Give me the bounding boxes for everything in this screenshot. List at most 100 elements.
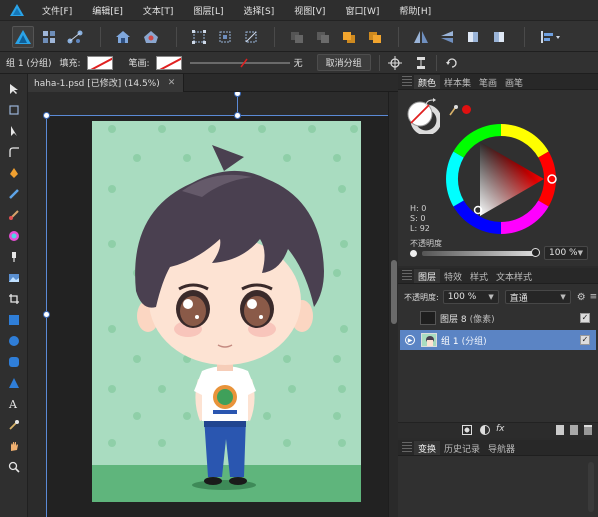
- layer-opacity-dropdown[interactable]: 100 % ▼: [442, 290, 499, 304]
- tab-text-styles[interactable]: 文本样式: [492, 269, 536, 283]
- transform-button[interactable]: [214, 26, 236, 48]
- view-tool[interactable]: [4, 437, 24, 455]
- arrange-front-button[interactable]: [364, 26, 386, 48]
- tab-transform[interactable]: 变换: [414, 441, 441, 455]
- tab-effects[interactable]: 特效: [440, 269, 466, 283]
- rounded-rectangle-tool[interactable]: [4, 353, 24, 371]
- bounding-box-button[interactable]: [188, 26, 210, 48]
- menu-help[interactable]: 帮助[H]: [399, 4, 431, 17]
- tab-color[interactable]: 颜色: [414, 75, 441, 89]
- flip-vertical-icon: [441, 31, 453, 43]
- pen-tool[interactable]: [4, 164, 24, 182]
- swap-colors-icon[interactable]: [424, 98, 436, 108]
- tab-layers[interactable]: 图层: [414, 269, 441, 283]
- distribute-icon[interactable]: [414, 56, 428, 70]
- tab-navigator[interactable]: 导航器: [484, 441, 519, 455]
- layer-visibility-checkbox[interactable]: ✓: [580, 313, 590, 323]
- fx-icon[interactable]: fx: [496, 424, 505, 434]
- tab-brushes[interactable]: 画笔: [501, 75, 527, 89]
- selection-handle-rotate[interactable]: [234, 92, 241, 97]
- document-tab[interactable]: haha-1.psd [已修改] (14.5%) ✕: [28, 73, 185, 92]
- ellipse-tool[interactable]: [4, 332, 24, 350]
- stroke-label: 笔画:: [128, 59, 150, 69]
- selection-handle-mid-left[interactable]: [43, 311, 50, 318]
- opacity-dropdown[interactable]: 100 % ▼: [544, 246, 588, 260]
- panel-grip-icon[interactable]: [402, 76, 412, 88]
- color-picker-tool[interactable]: [4, 416, 24, 434]
- home-button[interactable]: [112, 26, 134, 48]
- transparency-tool[interactable]: [4, 248, 24, 266]
- picked-color-swatch[interactable]: [462, 105, 471, 114]
- vector-brush-tool[interactable]: [4, 206, 24, 224]
- selection-handle-top-left[interactable]: [43, 112, 50, 119]
- panel-grip-icon[interactable]: [402, 442, 412, 454]
- menu-window[interactable]: 窗口[W]: [345, 4, 379, 17]
- rotate-left-button[interactable]: [462, 26, 484, 48]
- ungroup-button[interactable]: 取消分组: [316, 54, 371, 71]
- pixel-persona-button[interactable]: [38, 26, 60, 48]
- menu-select[interactable]: 选择[S]: [244, 4, 275, 17]
- mask-icon[interactable]: [462, 425, 472, 435]
- text-tool[interactable]: A: [4, 395, 24, 413]
- scrollbar-thumb[interactable]: [391, 260, 397, 324]
- selection-label: 组 1 (分组): [6, 59, 52, 69]
- rotate-canvas-icon[interactable]: [445, 56, 459, 70]
- artboard-tool[interactable]: [4, 101, 24, 119]
- new-layer-icon[interactable]: [556, 425, 564, 435]
- blend-ranges-icon[interactable]: ≡: [590, 292, 598, 302]
- delete-layer-icon[interactable]: [584, 425, 592, 435]
- adjustment-icon[interactable]: [480, 425, 490, 435]
- arrange-backward-button[interactable]: [312, 26, 334, 48]
- rectangle-tool[interactable]: [4, 311, 24, 329]
- menu-text[interactable]: 文本[T]: [143, 4, 174, 17]
- stroke-swatch[interactable]: [155, 55, 182, 70]
- tab-stroke[interactable]: 笔画: [475, 75, 501, 89]
- crosshair-icon[interactable]: [387, 55, 402, 70]
- layer-row-group1[interactable]: ▶ 组 1 (分组) ✓: [400, 330, 596, 350]
- fill-tool[interactable]: [4, 227, 24, 245]
- pencil-tool[interactable]: [4, 185, 24, 203]
- tab-swatches[interactable]: 样本集: [440, 75, 475, 89]
- move-tool[interactable]: [4, 80, 24, 98]
- canvas-area[interactable]: [28, 92, 388, 517]
- tab-styles[interactable]: 样式: [466, 269, 492, 283]
- crop-tool[interactable]: [4, 290, 24, 308]
- export-persona-button[interactable]: [64, 26, 86, 48]
- triangle-tool[interactable]: [4, 374, 24, 392]
- layer-visibility-checkbox[interactable]: ✓: [580, 335, 590, 345]
- stroke-width-slider[interactable]: [189, 58, 290, 68]
- color-picker-icon[interactable]: [448, 104, 458, 116]
- opacity-slider[interactable]: [422, 251, 536, 256]
- menu-layer[interactable]: 图层[L]: [193, 4, 223, 17]
- expand-arrow-icon[interactable]: ▶: [405, 335, 415, 345]
- flip-horizontal-button[interactable]: [410, 26, 432, 48]
- node-tool[interactable]: [4, 122, 24, 140]
- corner-tool[interactable]: [4, 143, 24, 161]
- zoom-tool[interactable]: [4, 458, 24, 476]
- designer-persona-button[interactable]: [12, 26, 34, 48]
- opacity-slider-knob[interactable]: [531, 248, 540, 257]
- tab-history[interactable]: 历史记录: [440, 441, 484, 455]
- duplicate-layer-icon[interactable]: [570, 425, 578, 435]
- canvas-vertical-scrollbar[interactable]: [388, 92, 398, 517]
- align-button[interactable]: [536, 26, 566, 48]
- selection-handle-top-center[interactable]: [234, 112, 241, 119]
- snapping-button[interactable]: [240, 26, 262, 48]
- layer-row-layer8[interactable]: 图层 8 (像素) ✓: [400, 308, 596, 328]
- panel-grip-icon[interactable]: [402, 270, 412, 282]
- close-icon[interactable]: ✕: [168, 78, 176, 88]
- menu-view[interactable]: 视图[V]: [294, 4, 325, 17]
- rotate-right-button[interactable]: [488, 26, 510, 48]
- color-wheel[interactable]: [442, 120, 560, 238]
- arrange-back-button[interactable]: [286, 26, 308, 48]
- flip-vertical-button[interactable]: [436, 26, 458, 48]
- menu-edit[interactable]: 编辑[E]: [92, 4, 123, 17]
- menu-file[interactable]: 文件[F]: [42, 4, 72, 17]
- assistant-button[interactable]: [140, 26, 162, 48]
- place-image-tool[interactable]: [4, 269, 24, 287]
- arrange-forward-button[interactable]: [338, 26, 360, 48]
- panel-scrollbar[interactable]: [588, 462, 594, 512]
- gear-icon[interactable]: ⚙: [577, 292, 586, 303]
- fill-swatch[interactable]: [86, 55, 113, 70]
- blend-mode-dropdown[interactable]: 直通 ▼: [504, 290, 571, 304]
